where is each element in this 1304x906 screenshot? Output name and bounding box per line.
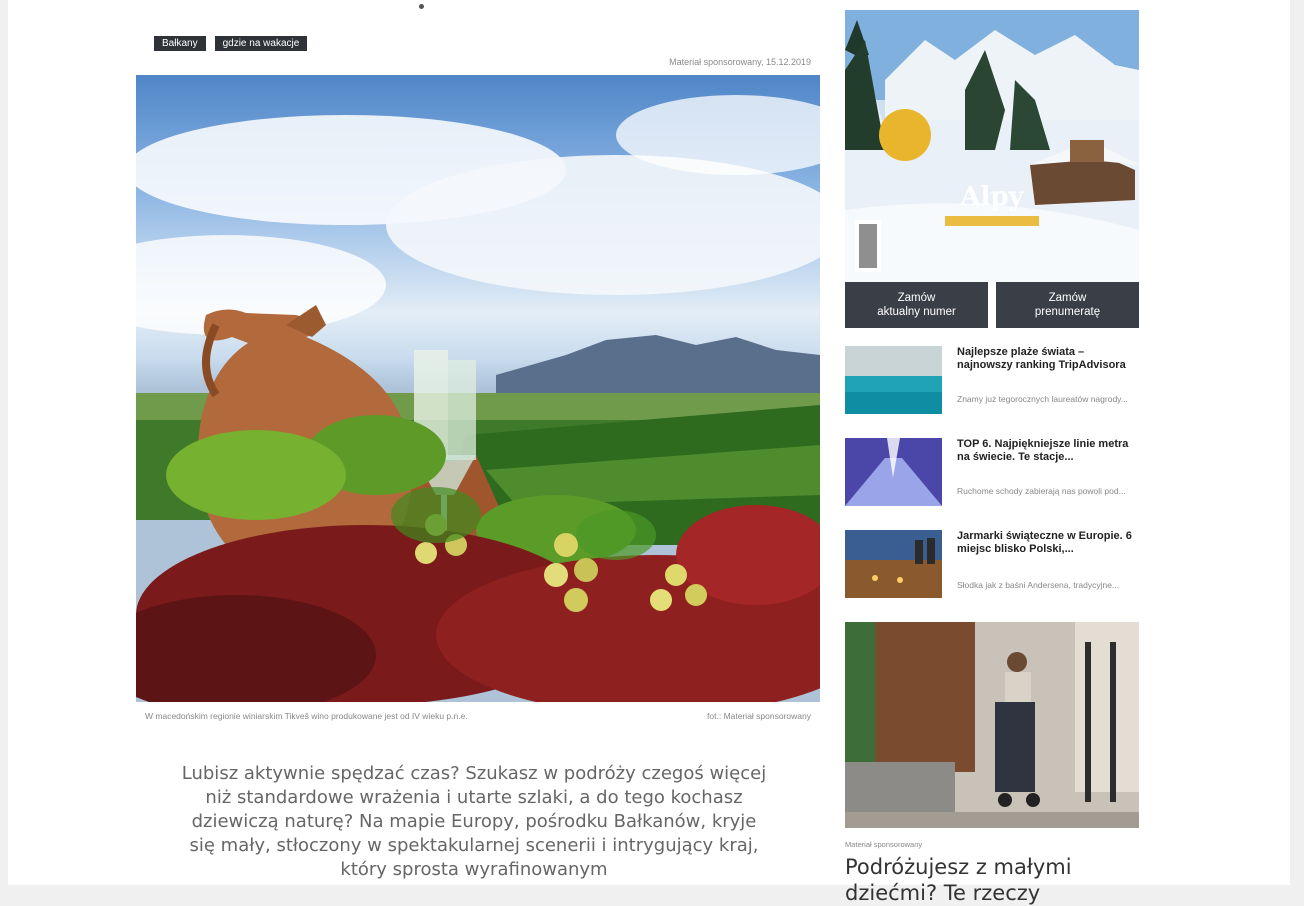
news-thumbnail <box>845 438 942 506</box>
article-meta: Materiał sponsorowany, 15.12.2019 <box>669 57 811 67</box>
article-column: Bałkany gdzie na wakacje Materiał sponso… <box>136 0 820 885</box>
promo-image[interactable] <box>845 622 1139 828</box>
image-credit: fot.: Materiał sponsorowany <box>707 711 811 721</box>
hero-illustration <box>136 95 820 702</box>
article-lead: Lubisz aktywnie spędzać czas? Szukasz w … <box>181 763 767 880</box>
beach-thumbnail <box>845 346 942 414</box>
christmas-market-thumbnail <box>845 530 942 598</box>
image-caption-row: W macedońskim regionie winiarskim Tikveš… <box>145 711 811 722</box>
news-item-metro[interactable]: TOP 6. Najpiękniejsze linie metra na świ… <box>845 438 1139 508</box>
button-line: aktualny numer <box>877 306 956 318</box>
tag-gdzie-na-wakacje[interactable]: gdzie na wakacje <box>214 36 308 51</box>
image-caption: W macedońskim regionie winiarskim Tikveš… <box>145 711 468 721</box>
news-desc: Słodka jak z baśni Andersena, tradycyjne… <box>957 580 1120 590</box>
button-line: Zamów <box>1048 292 1087 304</box>
news-thumbnail <box>845 530 942 598</box>
news-title: Jarmarki świąteczne w Europie. 6 miejsc … <box>957 530 1132 555</box>
news-item-beaches[interactable]: Najlepsze plaże świata – najnowszy ranki… <box>845 346 1139 416</box>
tag-balkany[interactable]: Bałkany <box>154 36 206 51</box>
promo-label: Materiał sponsorowany <box>845 840 923 849</box>
magazine-order-buttons: Zamów aktualny numer Zamów prenumeratę <box>845 282 1139 328</box>
magazine-cover[interactable]: Alpy <box>845 10 1139 283</box>
hero-image <box>136 75 820 702</box>
promo-title[interactable]: Podróżujesz z małymi dziećmi? Te rzeczy <box>845 854 1139 906</box>
tag-list: Bałkany gdzie na wakacje <box>154 36 308 51</box>
news-desc: Ruchome schody zabierają nas powoli pod.… <box>957 486 1126 496</box>
news-thumbnail <box>845 346 942 414</box>
button-line: Zamów <box>897 292 936 304</box>
button-line: prenumeratę <box>1034 306 1101 318</box>
news-title: TOP 6. Najpiękniejsze linie metra na świ… <box>957 438 1129 463</box>
stroller-illustration <box>845 622 1139 828</box>
order-subscription-button[interactable]: Zamów prenumeratę <box>996 282 1139 328</box>
metro-thumbnail <box>845 438 942 506</box>
magazine-cover-illustration: Alpy <box>845 10 1139 283</box>
bullet-dot <box>419 4 424 9</box>
news-title: Najlepsze plaże świata – najnowszy ranki… <box>957 346 1126 371</box>
news-desc: Znamy już tegorocznych laureatów nagrody… <box>957 394 1128 404</box>
sidebar: Alpy Zamów aktualny numer Zamów prenumer… <box>845 0 1139 905</box>
news-item-christmas-markets[interactable]: Jarmarki świąteczne w Europie. 6 miejsc … <box>845 530 1139 600</box>
order-current-issue-button[interactable]: Zamów aktualny numer <box>845 282 988 328</box>
magazine-title: Alpy <box>959 182 1024 212</box>
